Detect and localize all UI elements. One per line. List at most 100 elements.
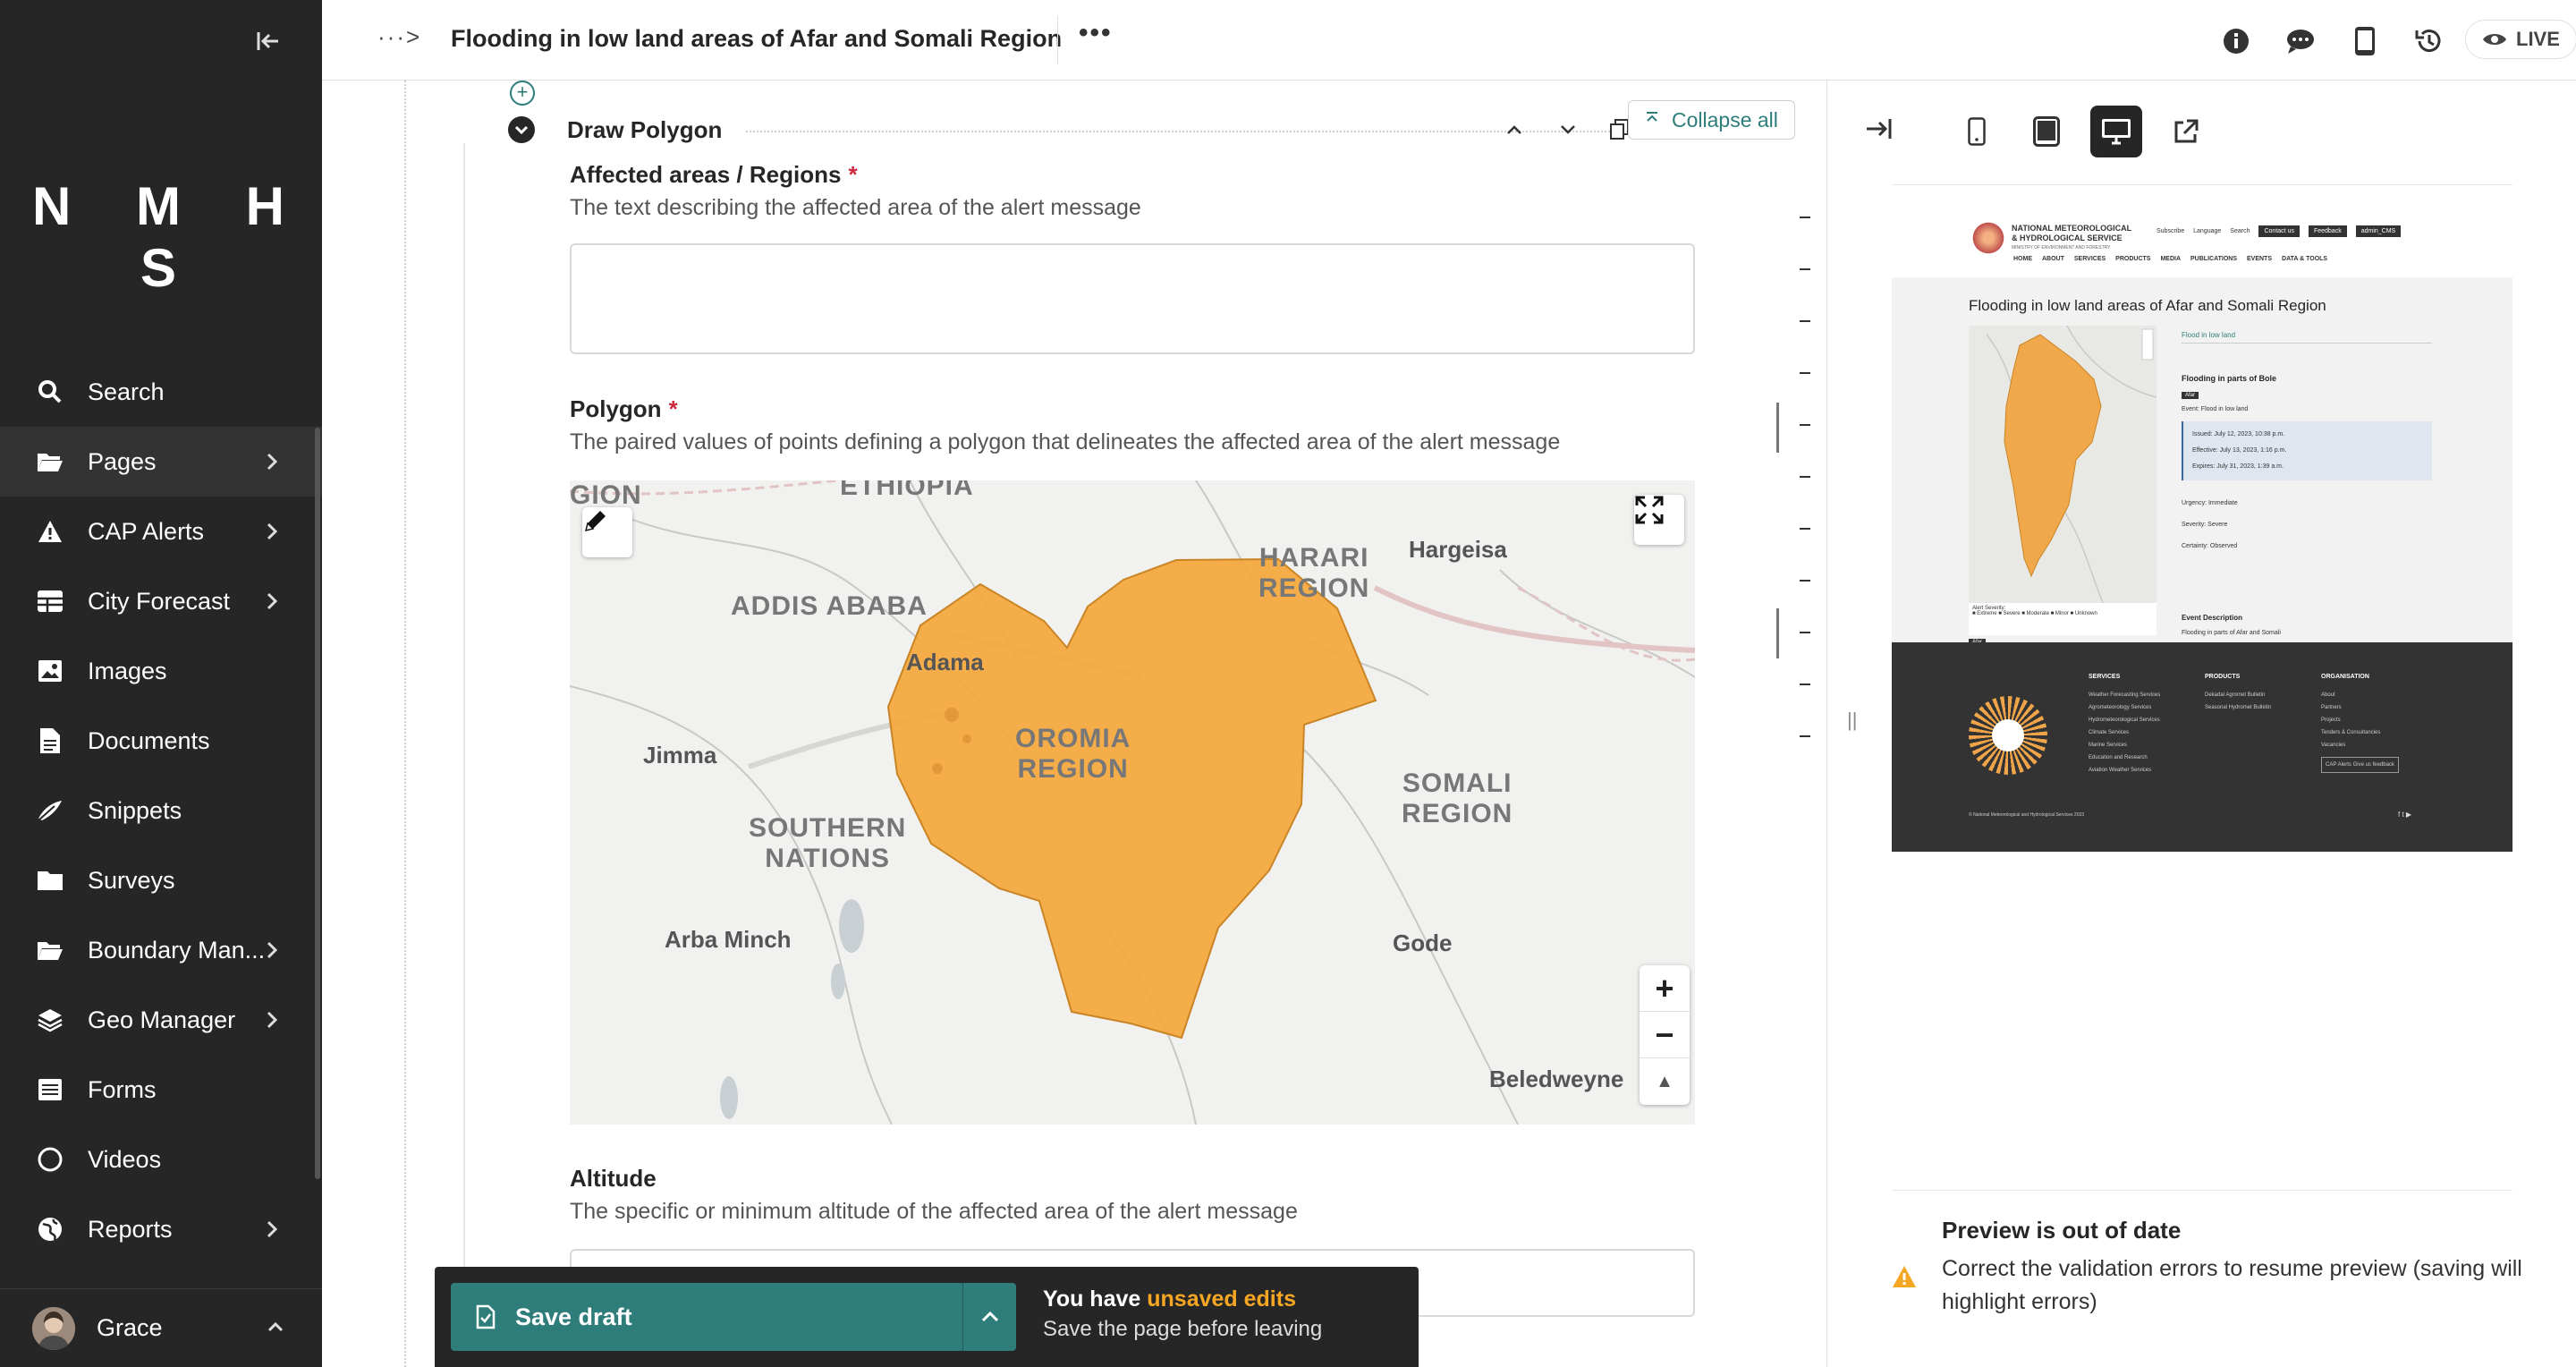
sidebar-item-surveys[interactable]: Surveys <box>0 845 322 915</box>
minimap-marker[interactable] <box>1800 372 1810 374</box>
preview-mobile-button[interactable] <box>1951 106 2003 157</box>
affected-areas-input[interactable] <box>570 243 1695 354</box>
chevron-right-icon <box>261 1217 283 1242</box>
draw-polygon-button[interactable] <box>582 507 632 557</box>
site-menu-item: SERVICES <box>2073 256 2106 262</box>
breadcrumb-toggle[interactable]: ···> <box>377 23 421 51</box>
sidebar-item-boundary-manager[interactable]: Boundary Man... <box>0 915 322 985</box>
sidebar-item-label: Videos <box>88 1145 162 1173</box>
search-icon <box>36 378 64 406</box>
site-footer-link: Hydrometeorological Services <box>2089 717 2160 723</box>
minimap-bar <box>1776 403 1779 453</box>
site-card-times: Issued: July 12, 2023, 10:38 p.m. Effect… <box>2182 421 2432 480</box>
block-guide-line <box>463 143 465 1367</box>
map-canvas[interactable] <box>570 480 1695 1125</box>
site-footer-link: Seasonal Hydromet Bulletin <box>2205 705 2272 710</box>
site-footer-link: Partners <box>2321 705 2342 710</box>
sidebar-item-geo-manager[interactable]: Geo Manager <box>0 985 322 1055</box>
sidebar-item-images[interactable]: Images <box>0 636 322 706</box>
document-icon <box>36 726 64 755</box>
site-footer-col-title: SERVICES <box>2089 674 2121 680</box>
account-menu[interactable]: Grace <box>0 1288 322 1367</box>
minimap-marker[interactable] <box>1800 476 1810 478</box>
chevron-up-icon <box>980 1310 1000 1324</box>
fullscreen-button[interactable] <box>1634 495 1684 545</box>
minimap-marker[interactable] <box>1800 580 1810 582</box>
block-collapse-toggle[interactable] <box>508 116 535 143</box>
preview-desktop-button[interactable] <box>2090 106 2142 157</box>
map-region-label: HARARI REGION <box>1258 543 1370 603</box>
collapse-all-button[interactable]: Collapse all <box>1628 100 1795 140</box>
preview-panel: || NATIONAL METEOROLOGICAL & HYDROLOGICA… <box>1826 81 2576 1367</box>
compass-button[interactable]: ▲ <box>1640 1058 1690 1105</box>
sidebar-item-documents[interactable]: Documents <box>0 706 322 776</box>
collapse-all-label: Collapse all <box>1672 107 1778 132</box>
info-icon[interactable] <box>2218 23 2254 59</box>
live-status-badge[interactable]: LIVE <box>2465 20 2576 59</box>
resize-handle[interactable]: || <box>1847 709 1857 732</box>
sidebar-item-forms[interactable]: Forms <box>0 1055 322 1125</box>
mobile-preview-icon[interactable] <box>2347 23 2383 59</box>
minimap-marker[interactable] <box>1800 268 1810 270</box>
sidebar-item-search[interactable]: Search <box>0 357 322 427</box>
map-region-label: ETHIOPIA <box>840 480 974 501</box>
site-time: Effective: July 13, 2023, 1:16 p.m. <box>2192 447 2287 454</box>
minimap-marker[interactable] <box>1800 320 1810 322</box>
sidebar-item-snippets[interactable]: Snippets <box>0 776 322 845</box>
site-menu-item: ABOUT <box>2042 256 2064 262</box>
zoom-out-button[interactable]: − <box>1640 1012 1690 1058</box>
field-help-affected-areas: The text describing the affected area of… <box>570 195 1141 220</box>
site-footer-buttons: CAP Alerts Give us feedback <box>2321 757 2399 773</box>
site-menu-item: PUBLICATIONS <box>2190 256 2237 262</box>
sidebar-item-label: Search <box>88 378 165 405</box>
site-footer-col-title: PRODUCTS <box>2205 674 2241 680</box>
site-urgency: Urgency: Immediate <box>2182 500 2238 506</box>
avatar <box>32 1306 75 1350</box>
save-bar: Save draft You have unsaved edits Save t… <box>435 1267 1419 1367</box>
sidebar-item-reports[interactable]: Reports <box>0 1194 322 1264</box>
site-top-nav: Subscribe Language Search Contact us Fee… <box>2157 225 2402 237</box>
chevron-right-icon <box>261 1007 283 1032</box>
sidebar-item-cap-alerts[interactable]: CAP Alerts <box>0 497 322 566</box>
preview-tablet-button[interactable] <box>2021 106 2072 157</box>
block-title: Draw Polygon <box>567 116 723 143</box>
add-block-button[interactable]: + <box>510 81 535 106</box>
minimap-marker[interactable] <box>1800 528 1810 530</box>
minimap-marker[interactable] <box>1800 632 1810 633</box>
sidebar-scrollbar[interactable] <box>315 428 320 1179</box>
sidebar-item-city-forecast[interactable]: City Forecast <box>0 566 322 636</box>
zoom-in-button[interactable]: + <box>1640 965 1690 1012</box>
sidebar-item-videos[interactable]: Videos <box>0 1125 322 1194</box>
site-logo <box>1970 220 2006 256</box>
save-draft-label: Save draft <box>515 1303 632 1330</box>
label-text: Affected areas / Regions <box>570 161 842 188</box>
minimap-marker[interactable] <box>1800 684 1810 685</box>
minimap-marker[interactable] <box>1800 217 1810 218</box>
open-in-new-tab-icon[interactable] <box>2160 106 2212 157</box>
history-icon[interactable] <box>2411 23 2447 59</box>
brand-logo[interactable]: N M H S <box>0 175 322 299</box>
map-city-label: Gode <box>1393 930 1453 956</box>
move-down-icon[interactable] <box>1555 116 1581 143</box>
site-top-link: Search <box>2230 228 2250 234</box>
site-desc: Flooding in parts of Afar and Somali <box>2182 630 2281 636</box>
site-footer-logo <box>1969 696 2047 775</box>
minimap-marker[interactable] <box>1800 424 1810 426</box>
eye-icon <box>2482 30 2507 48</box>
minimap-marker[interactable] <box>1800 735 1810 737</box>
save-draft-button[interactable]: Save draft <box>451 1283 964 1351</box>
collapse-sidebar-icon[interactable] <box>252 25 284 57</box>
folder-icon <box>36 866 64 895</box>
sidebar-item-pages[interactable]: Pages <box>0 427 322 497</box>
site-top-button: admin_CMS <box>2355 225 2402 237</box>
label-text: Polygon <box>570 395 662 422</box>
preview-divider <box>1892 184 2512 185</box>
more-actions-button[interactable]: ••• <box>1079 18 1113 48</box>
polygon-map[interactable]: GION ETHIOPIA ADDIS ABABA HARARI REGION … <box>570 480 1695 1125</box>
close-preview-icon[interactable] <box>1863 116 1894 146</box>
minimap-bar <box>1776 608 1779 658</box>
move-up-icon[interactable] <box>1501 116 1528 143</box>
chevron-right-icon <box>261 938 283 963</box>
save-options-toggle[interactable] <box>962 1283 1016 1351</box>
comments-icon[interactable] <box>2283 23 2318 59</box>
